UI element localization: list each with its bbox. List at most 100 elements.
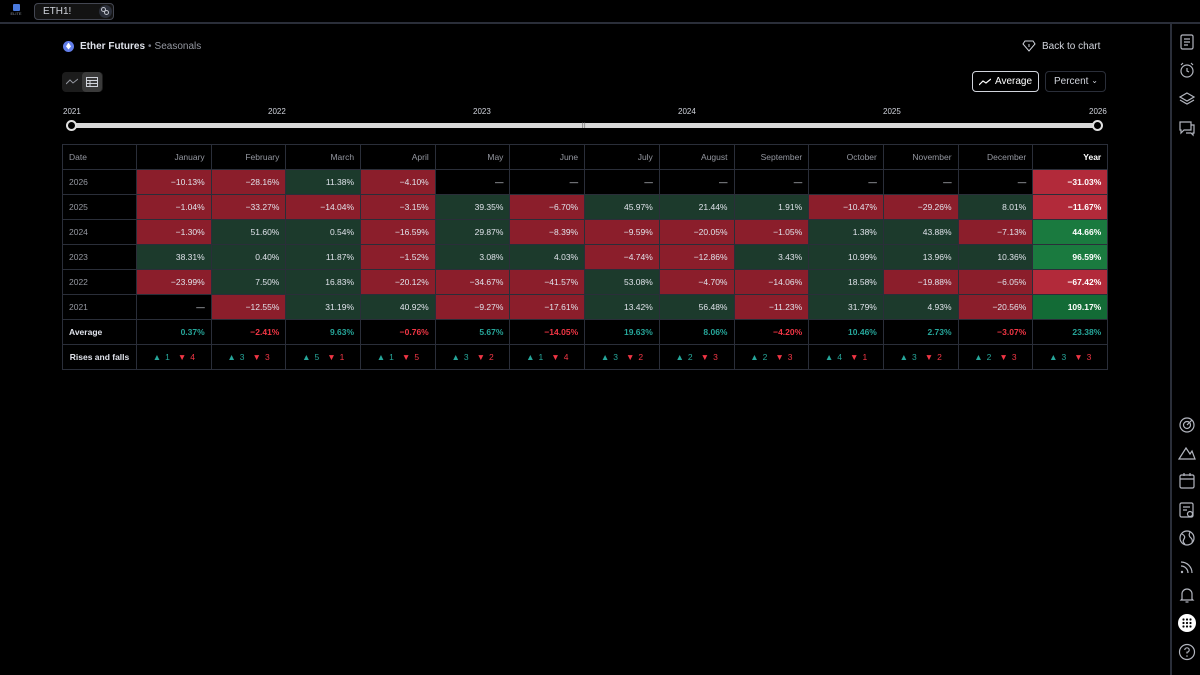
range-end-handle[interactable] — [1092, 120, 1103, 131]
page-title: Ether Futures • Seasonals — [63, 39, 201, 53]
month-return-cell: −41.57% — [509, 269, 586, 295]
column-header: Year — [1032, 144, 1109, 170]
year-return-cell: 44.66% — [1032, 219, 1109, 245]
month-return-cell: −1.04% — [136, 194, 212, 220]
rises-count: ▲ 4 — [823, 352, 844, 362]
globe-icon[interactable] — [1178, 529, 1196, 547]
month-return-cell: −3.15% — [360, 194, 436, 220]
month-return-cell: — — [733, 169, 810, 195]
stream-icon[interactable] — [1178, 558, 1196, 576]
month-return-cell: −1.30% — [136, 219, 212, 245]
month-return-cell: 3.08% — [434, 244, 511, 270]
arrow-up-icon: ▲ — [974, 352, 983, 362]
year-tick: 2021 — [63, 107, 81, 116]
screener-icon[interactable] — [1178, 501, 1196, 519]
rises-falls-cell: ▲ 3 ▼ 2 — [584, 344, 660, 370]
rises-value: 2 — [986, 352, 992, 362]
unit-select[interactable]: Percent ⌄ — [1045, 71, 1106, 92]
view-toggle — [62, 72, 103, 92]
month-return-cell: −4.10% — [360, 169, 436, 195]
arrow-down-icon: ▼ — [850, 352, 859, 362]
arrow-down-icon: ▼ — [625, 352, 635, 362]
table-icon — [86, 77, 98, 87]
arrow-down-icon: ▼ — [252, 352, 261, 362]
month-return-cell: −10.47% — [808, 194, 884, 220]
month-return-cell: 18.58% — [808, 269, 884, 295]
falls-value: 4 — [190, 352, 195, 362]
column-header: September — [733, 144, 810, 170]
year-tick: 2024 — [678, 107, 696, 116]
compare-symbol-icon[interactable] — [99, 5, 112, 18]
watchlist-icon[interactable] — [1178, 33, 1196, 51]
table-row: 2022 −23.99% 7.50% 16.83% −20.12% −34.67% −41.… — [62, 269, 1109, 295]
row-year-label: 2024 — [62, 219, 137, 245]
range-drag-grip-icon[interactable]: ⠿ — [581, 122, 586, 130]
column-header: April — [360, 144, 436, 170]
month-return-cell: — — [882, 169, 959, 195]
chat-icon[interactable] — [1178, 119, 1196, 137]
ideas-icon[interactable] — [1178, 444, 1196, 462]
average-label: Average — [994, 76, 1033, 87]
top-bar: ELITE ETH1! — [0, 0, 1200, 24]
notifications-icon[interactable] — [1178, 586, 1196, 604]
average-row: Average 0.37% −2.41% 9.63% −0.76% 5.67% −14.05… — [62, 319, 1109, 345]
layers-icon[interactable] — [1178, 90, 1196, 108]
falls-count: ▼ 1 — [848, 352, 869, 362]
rises-falls-row: Rises and falls ▲ 1 ▼ 4 ▲ 3 ▼ 3 ▲ 5 ▼ 1 ▲ 1 ▼ 5 ▲ 3 ▼ 2 ▲ 1 ▼ 4 ▲… — [62, 344, 1109, 370]
app-logo[interactable]: ELITE — [8, 4, 24, 20]
month-return-cell: 51.60% — [210, 219, 287, 245]
month-return-cell: 11.87% — [285, 244, 362, 270]
falls-value: 2 — [937, 352, 942, 362]
month-return-cell: 31.19% — [285, 294, 362, 320]
month-return-cell: — — [658, 169, 735, 195]
range-start-handle[interactable] — [66, 120, 77, 131]
arrow-down-icon: ▼ — [924, 352, 934, 362]
line-chart-icon — [66, 78, 78, 85]
back-to-chart-label: Back to chart — [1042, 40, 1101, 52]
month-return-cell: −8.39% — [509, 219, 586, 245]
falls-count: ▼ 2 — [475, 352, 496, 362]
month-return-cell: 16.83% — [285, 269, 362, 295]
column-header: November — [882, 144, 959, 170]
falls-value: 3 — [1011, 352, 1017, 362]
falls-count: ▼ 2 — [624, 352, 645, 362]
average-toggle-button[interactable]: Average — [972, 71, 1039, 92]
chart-view-button[interactable] — [62, 72, 82, 92]
rises-falls-cell: ▲ 1 ▼ 5 — [360, 344, 436, 370]
month-return-cell: −20.12% — [360, 269, 436, 295]
month-return-cell: — — [957, 169, 1034, 195]
apps-grid-icon[interactable] — [1178, 614, 1196, 632]
arrow-up-icon: ▲ — [526, 352, 535, 362]
alerts-clock-icon[interactable] — [1178, 61, 1196, 79]
back-to-chart-button[interactable]: Back to chart — [1022, 38, 1100, 54]
table-row: 2023 38.31% 0.40% 11.87% −1.52% 3.08% 4.03% −4.… — [62, 244, 1109, 270]
rises-value: 4 — [837, 352, 843, 362]
falls-count: ▼ 3 — [997, 352, 1018, 362]
average-year-cell: 23.38% — [1032, 319, 1109, 345]
year-return-cell: −67.42% — [1032, 269, 1109, 295]
month-return-cell: 31.79% — [808, 294, 884, 320]
table-row: 2021— −12.55% 31.19% 40.92% −9.27% −17.61% 13.… — [62, 294, 1109, 320]
calendar-icon[interactable] — [1178, 472, 1196, 490]
column-header: December — [957, 144, 1034, 170]
rises-value: 3 — [911, 352, 917, 362]
arrow-down-icon: ▼ — [775, 352, 784, 362]
arrow-down-icon: ▼ — [327, 352, 336, 362]
year-tick: 2023 — [473, 107, 491, 116]
average-cell: 8.06% — [658, 319, 735, 345]
arrow-up-icon: ▲ — [451, 352, 460, 362]
rises-value: 3 — [613, 352, 618, 362]
rises-value: 1 — [389, 352, 394, 362]
month-return-cell: 53.08% — [584, 269, 660, 295]
month-return-cell: 21.44% — [658, 194, 735, 220]
rises-count: ▲ 3 — [898, 352, 919, 362]
month-return-cell: −17.61% — [509, 294, 586, 320]
table-view-button[interactable] — [82, 72, 102, 92]
falls-count: ▼ 2 — [923, 352, 944, 362]
help-icon[interactable] — [1178, 643, 1196, 661]
symbol-search[interactable]: ETH1! — [34, 3, 114, 20]
month-return-cell: 8.01% — [957, 194, 1034, 220]
average-line-icon — [978, 78, 991, 85]
month-return-cell: 4.03% — [509, 244, 586, 270]
target-icon[interactable] — [1178, 416, 1196, 434]
